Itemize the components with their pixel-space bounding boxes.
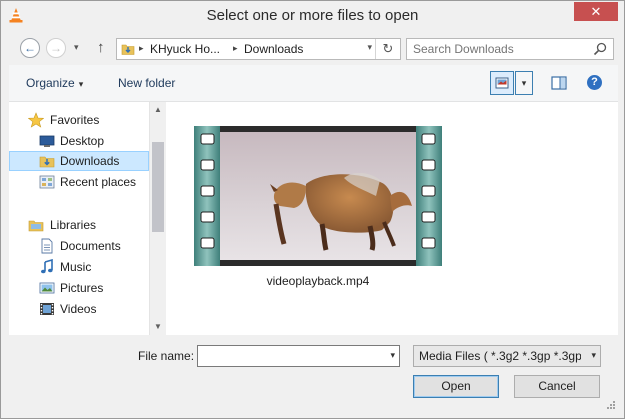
recent-places-icon [39,175,55,189]
sidebar-item-label: Videos [60,302,97,316]
pictures-icon [39,282,55,294]
file-name-label: File name: [138,349,195,363]
window-title: Select one or more files to open [206,7,419,24]
file-list: videoplayback.mp4 [166,102,618,335]
documents-icon [41,238,53,254]
sidebar-item-label: Favorites [50,113,100,127]
file-name-label: videoplayback.mp4 [266,274,370,288]
navigation-pane-scrollbar[interactable]: ▲ ▼ [149,102,166,335]
navigation-pane: Favorites Desktop Downloads Recent place… [9,102,149,335]
new-folder-button[interactable]: New folder [118,76,175,90]
sidebar-item-documents[interactable]: Documents [9,236,149,256]
large-icons-view-icon [495,77,509,89]
file-item[interactable]: videoplayback.mp4 [192,124,444,294]
breadcrumb-separator-icon: ▸ [233,43,238,53]
organize-label: Organize [26,76,75,90]
help-button[interactable]: ? [587,75,602,90]
refresh-button[interactable]: ↻ [375,39,400,59]
file-type-selected: Media Files ( *.3g2 *.3gp *.3gp2 [419,349,581,363]
open-file-dialog: Select one or more files to open ✕ ← → ▾… [0,0,625,419]
help-icon: ? [591,76,598,88]
back-button[interactable]: ← [20,38,40,58]
up-one-level-button[interactable]: ↑ [97,39,105,56]
file-name-input[interactable] [201,348,376,364]
close-icon: ✕ [590,4,602,19]
change-view-button[interactable] [490,71,514,95]
search-box[interactable] [406,38,614,60]
sidebar-item-label: Desktop [60,134,105,148]
breadcrumb-item[interactable]: Downloads [244,42,303,56]
main-content: Favorites Desktop Downloads Recent place… [9,102,618,335]
desktop-icon [39,135,55,147]
sidebar-item-desktop[interactable]: Desktop [9,131,149,151]
sidebar-item-label: Documents [60,239,121,253]
title-bar: Select one or more files to open ✕ [1,1,624,32]
cancel-button[interactable]: Cancel [514,375,600,398]
file-name-combobox[interactable]: ▾ [197,345,400,367]
chevron-down-icon: ▾ [78,79,84,89]
file-type-select[interactable]: Media Files ( *.3g2 *.3gp *.3gp2 ▾ [413,345,601,367]
sidebar-item-favorites[interactable]: Favorites [9,110,149,130]
scroll-up-icon: ▲ [154,105,162,114]
preview-pane-icon[interactable] [550,74,568,92]
chevron-down-icon[interactable]: ▾ [390,350,395,361]
recent-locations-dropdown[interactable]: ▾ [74,42,79,53]
dialog-footer: File name: ▾ Media Files ( *.3g2 *.3gp *… [9,335,618,412]
chevron-down-icon: ▾ [591,350,596,360]
search-input[interactable] [413,41,583,57]
music-icon [41,259,53,274]
downloads-folder-icon [121,44,135,55]
sidebar-item-libraries[interactable]: Libraries [9,215,149,235]
close-button[interactable]: ✕ [574,2,618,21]
search-icon [593,42,607,56]
breadcrumb-item[interactable]: KHyuck Ho... [150,42,220,56]
video-filmstrip-thumbnail [194,126,442,266]
address-history-dropdown[interactable]: ▾ [367,42,372,53]
forward-button[interactable]: → [46,38,66,58]
sidebar-item-label: Downloads [60,154,120,168]
view-options-dropdown[interactable]: ▾ [515,71,533,95]
forward-arrow-icon: → [50,41,62,55]
sidebar-item-label: Pictures [60,281,104,295]
scroll-thumb[interactable] [152,142,164,232]
sidebar-item-downloads[interactable]: Downloads [9,151,149,171]
star-icon [28,112,44,128]
back-arrow-icon: ← [24,41,36,55]
libraries-icon [28,220,44,232]
videos-icon [40,303,54,315]
address-bar[interactable]: ▸ KHyuck Ho... ▸ Downloads ▾ ↻ [116,38,401,60]
command-toolbar: Organize ▾ New folder ▾ ? [9,65,618,102]
sidebar-item-label: Music [60,260,92,274]
sidebar-item-music[interactable]: Music [9,257,149,277]
sidebar-item-label: Libraries [50,218,97,232]
chevron-down-icon: ▾ [521,78,527,88]
scroll-down-icon: ▼ [154,322,162,331]
refresh-icon: ↻ [382,41,394,56]
scroll-down-button[interactable]: ▼ [150,319,166,335]
sidebar-item-label: Recent places [60,175,137,189]
sidebar-item-recent-places[interactable]: Recent places [9,172,149,192]
sidebar-item-videos[interactable]: Videos [9,299,149,319]
sidebar-item-pictures[interactable]: Pictures [9,278,149,298]
downloads-folder-icon [39,156,55,168]
open-button[interactable]: Open [413,375,499,398]
navigation-bar: ← → ▾ ↑ ▸ KHyuck Ho... ▸ Downloads ▾ ↻ [9,32,618,65]
organize-button[interactable]: Organize ▾ [26,76,83,90]
scroll-up-button[interactable]: ▲ [150,102,166,118]
breadcrumb-separator-icon: ▸ [139,43,144,53]
resize-grip-icon[interactable] [606,400,616,410]
